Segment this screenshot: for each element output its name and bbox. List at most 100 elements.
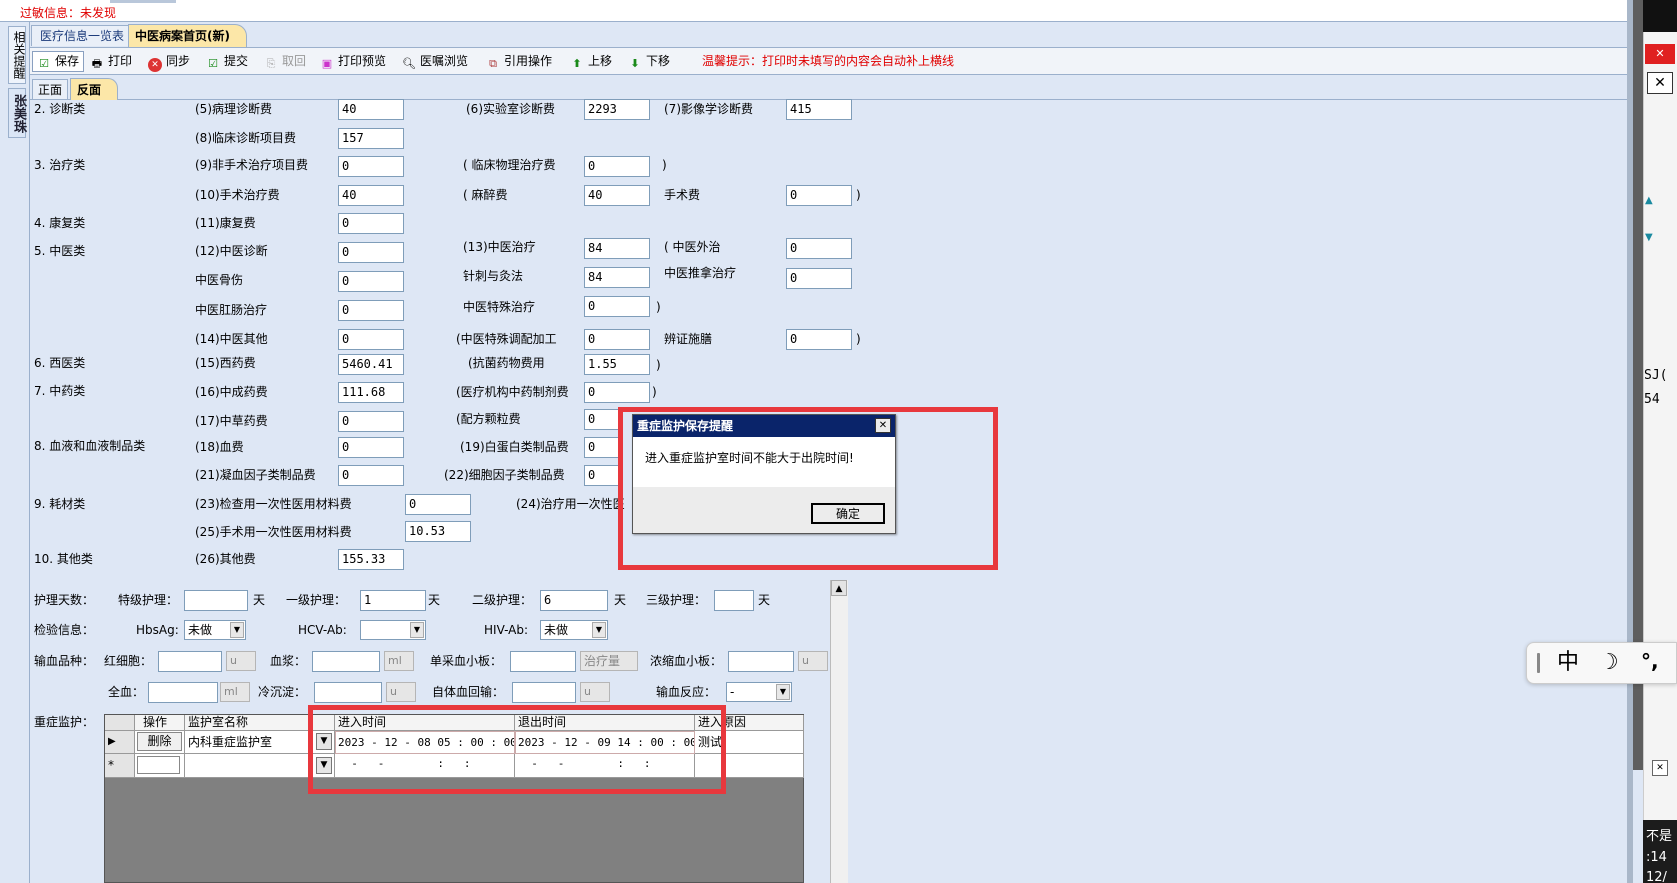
diet-input[interactable]: 0 xyxy=(786,329,852,350)
print-preview-button[interactable]: ▣ 打印预览 xyxy=(320,50,386,72)
l2-nursing-input[interactable]: 6 xyxy=(540,590,608,611)
acu-input[interactable]: 84 xyxy=(584,267,650,288)
f19-input[interactable]: 0 xyxy=(584,437,620,458)
tuina-input[interactable]: 0 xyxy=(786,268,852,289)
right-close-small-icon[interactable]: ✕ xyxy=(1652,760,1668,776)
tcm-ext-input[interactable]: 0 xyxy=(786,238,852,259)
f21-input[interactable]: 0 xyxy=(338,465,404,486)
anal-input[interactable]: 0 xyxy=(338,300,404,321)
inst-input[interactable]: 0 xyxy=(584,382,650,403)
orders-browse-button[interactable]: 🔍︎ 医嘱浏览 xyxy=(402,50,468,72)
chevron-down-icon[interactable]: ▼ xyxy=(592,622,606,638)
ime-drag-handle[interactable] xyxy=(1537,653,1540,673)
cryo-input[interactable] xyxy=(314,682,382,703)
day-unit-4: 天 xyxy=(758,593,771,607)
f15-input[interactable]: 5460.41 xyxy=(338,354,404,375)
special-label: 中医特殊治疗 xyxy=(463,300,536,314)
f18-input[interactable]: 0 xyxy=(338,437,404,458)
right-frag-1: SJ( xyxy=(1644,368,1668,383)
f10-input[interactable]: 40 xyxy=(338,185,404,206)
physio-input[interactable]: 0 xyxy=(584,156,650,177)
conc-input[interactable] xyxy=(728,651,794,672)
f5-input[interactable]: 40 xyxy=(338,99,404,120)
f26-input[interactable]: 155.33 xyxy=(338,549,404,570)
retract-button[interactable]: ⎘ 取回 xyxy=(264,50,306,72)
hbsag-value: 未做 xyxy=(188,623,213,637)
quote-op-button[interactable]: ⧉ 引用操作 xyxy=(486,50,552,72)
rbc-input[interactable] xyxy=(158,651,222,672)
right-close-red-icon[interactable]: ✕ xyxy=(1645,44,1675,64)
tab-front[interactable]: 正面 xyxy=(32,79,68,99)
side-tab-reminder[interactable]: 相关提醒 xyxy=(8,26,26,84)
move-up-button[interactable]: ⬆ 上移 xyxy=(570,50,612,72)
new-row-op-box[interactable] xyxy=(137,756,180,774)
magnifier-icon: 🔍︎ xyxy=(402,57,416,70)
plasma-input[interactable] xyxy=(312,651,380,672)
tab-back[interactable]: 反面 xyxy=(70,78,118,100)
l1-nursing-input[interactable]: 1 xyxy=(360,590,426,611)
scroll-up-icon[interactable]: ▲ xyxy=(831,580,847,596)
f23-input[interactable]: 0 xyxy=(405,494,471,515)
dialog-ok-button[interactable]: 确定 xyxy=(811,503,885,524)
anti-input[interactable]: 1.55 xyxy=(584,354,650,375)
auto-label: 自体血回输： xyxy=(432,685,505,699)
prep-input[interactable]: 0 xyxy=(584,329,650,350)
tab-tcm-homepage[interactable]: 中医病案首页(新) xyxy=(128,24,247,47)
side-tab-patient[interactable]: 张美珠 xyxy=(8,88,26,138)
moon-icon[interactable]: ☽ xyxy=(1599,649,1619,677)
granule-input[interactable]: 0 xyxy=(584,409,620,430)
hbsag-select[interactable]: 未做 ▼ xyxy=(184,620,246,640)
ime-mode-toggle[interactable]: 中 xyxy=(1557,649,1579,677)
right-arrow-icon-1[interactable]: ▲ xyxy=(1645,195,1657,209)
punctuation-toggle[interactable]: °, xyxy=(1641,647,1659,675)
close-icon[interactable]: ✕ xyxy=(875,418,891,433)
f8-input[interactable]: 157 xyxy=(338,128,404,149)
chevron-down-icon[interactable]: ▼ xyxy=(410,622,424,638)
f9-input[interactable]: 0 xyxy=(338,156,404,177)
surgery-input[interactable]: 0 xyxy=(786,185,852,206)
auto-input[interactable] xyxy=(512,682,576,703)
f7-input[interactable]: 415 xyxy=(786,99,852,120)
day-unit-3: 天 xyxy=(614,593,627,607)
chevron-down-icon[interactable]: ▼ xyxy=(230,622,244,638)
submit-button[interactable]: ☑ 提交 xyxy=(206,50,248,72)
right-close-icon[interactable]: ✕ xyxy=(1647,72,1673,94)
save-button[interactable]: ☑ 保存 xyxy=(32,51,85,72)
new-row-icon[interactable]: * xyxy=(105,754,135,778)
f11-input[interactable]: 0 xyxy=(338,213,404,234)
bone-input[interactable]: 0 xyxy=(338,271,404,292)
move-down-button[interactable]: ⬇ 下移 xyxy=(628,50,670,72)
delete-button[interactable]: 删除 xyxy=(137,732,182,751)
chevron-down-icon[interactable]: ▼ xyxy=(776,684,790,700)
ime-toolbar[interactable]: 中 ☽ °, xyxy=(1526,642,1677,684)
right-arrow-icon-2[interactable]: ▼ xyxy=(1645,232,1657,246)
lower-scrollbar[interactable]: ▲ xyxy=(830,580,848,883)
tab-medical-overview[interactable]: 医疗信息一览表 xyxy=(31,25,134,46)
save-label: 保存 xyxy=(55,54,80,68)
platelet-input[interactable] xyxy=(510,651,576,672)
f16-label: (16)中成药费 xyxy=(195,385,268,399)
special-nursing-input[interactable] xyxy=(184,590,248,611)
l3-nursing-input[interactable] xyxy=(714,590,754,611)
row-selector-icon[interactable]: ▶ xyxy=(105,731,135,754)
f16-input[interactable]: 111.68 xyxy=(338,382,404,403)
anes-input[interactable]: 40 xyxy=(584,185,650,206)
f22-input[interactable]: 0 xyxy=(584,465,620,486)
f6-input[interactable]: 2293 xyxy=(584,99,650,120)
f21-label: (21)凝血因子类制品费 xyxy=(195,468,316,482)
reaction-select[interactable]: - ▼ xyxy=(726,682,792,702)
hcv-select[interactable]: ▼ xyxy=(360,620,426,640)
f17-input[interactable]: 0 xyxy=(338,411,404,432)
f12-input[interactable]: 0 xyxy=(338,242,404,263)
sync-button[interactable]: ✕ 同步 xyxy=(148,50,190,72)
special-input[interactable]: 0 xyxy=(584,296,650,317)
hiv-select[interactable]: 未做 ▼ xyxy=(540,620,608,640)
retract-icon: ⎘ xyxy=(266,57,276,70)
f14-input[interactable]: 0 xyxy=(338,329,404,350)
reaction-label: 输血反应： xyxy=(656,685,717,699)
print-button[interactable]: 🖶 打印 xyxy=(90,50,132,72)
f25-input[interactable]: 10.53 xyxy=(405,521,471,542)
whole-input[interactable] xyxy=(148,682,218,703)
new-row-op[interactable] xyxy=(135,754,185,778)
f13-input[interactable]: 84 xyxy=(584,238,650,259)
